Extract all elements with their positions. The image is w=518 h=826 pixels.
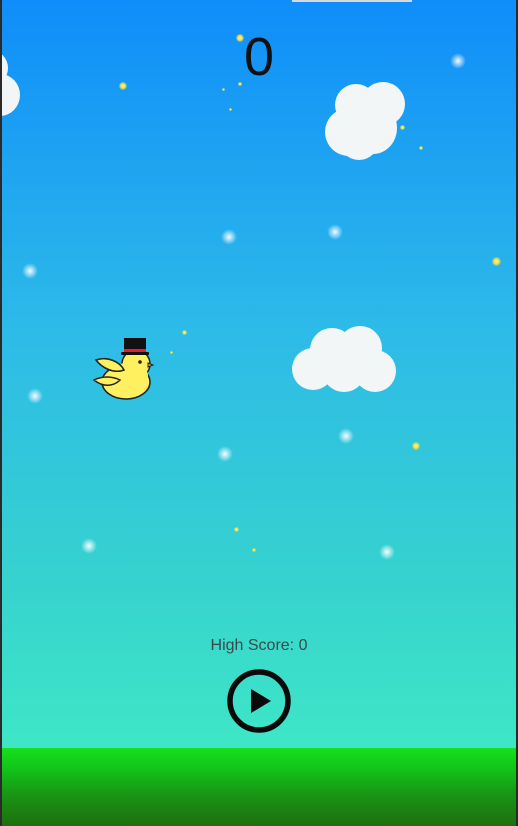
sparkle	[229, 108, 232, 111]
glow-particle	[22, 263, 38, 279]
window-edge	[292, 0, 412, 2]
play-button[interactable]	[226, 668, 292, 734]
sparkle	[182, 330, 187, 335]
glow-particle	[221, 229, 237, 245]
play-icon	[227, 669, 291, 733]
sparkle	[492, 257, 501, 266]
ground	[2, 748, 516, 826]
sparkle	[412, 442, 420, 450]
game-canvas[interactable]: 0 High Score: 0	[2, 0, 516, 826]
sparkle	[419, 146, 423, 150]
high-score-label: High Score: 0	[210, 637, 308, 654]
glow-particle	[81, 538, 97, 554]
glow-particle	[327, 224, 343, 240]
sparkle	[234, 527, 239, 532]
cloud	[325, 82, 409, 164]
bird-with-top-hat-icon	[90, 336, 156, 402]
cloud	[292, 326, 398, 396]
score-counter: 0	[243, 27, 275, 87]
glow-particle	[379, 544, 395, 560]
sparkle	[252, 548, 256, 552]
glow-particle	[27, 388, 43, 404]
glow-particle	[217, 446, 233, 462]
sparkle	[170, 351, 173, 354]
glow-particle	[338, 428, 354, 444]
